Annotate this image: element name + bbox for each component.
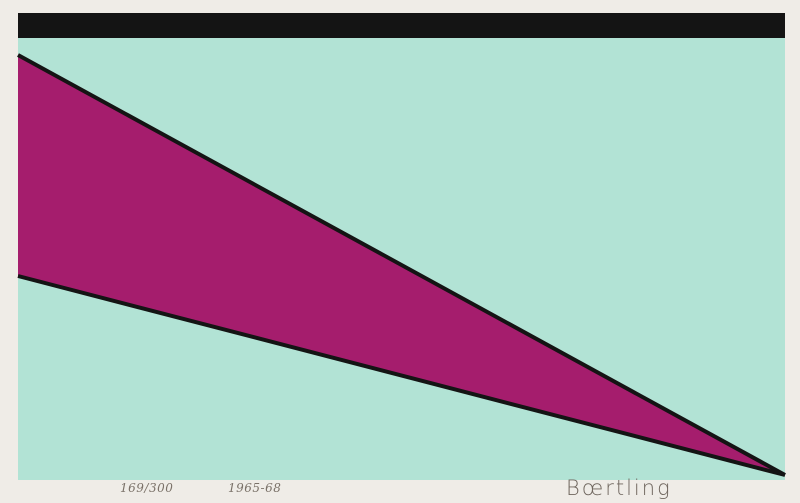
print-sheet: 169/300 1965-68 Bœrtling [0,0,800,503]
top-black-band [18,13,785,38]
print-date: 1965-68 [228,481,282,495]
artist-signature: Bœrtling [566,476,672,500]
artwork [17,13,786,480]
edition-number: 169/300 [120,481,174,495]
